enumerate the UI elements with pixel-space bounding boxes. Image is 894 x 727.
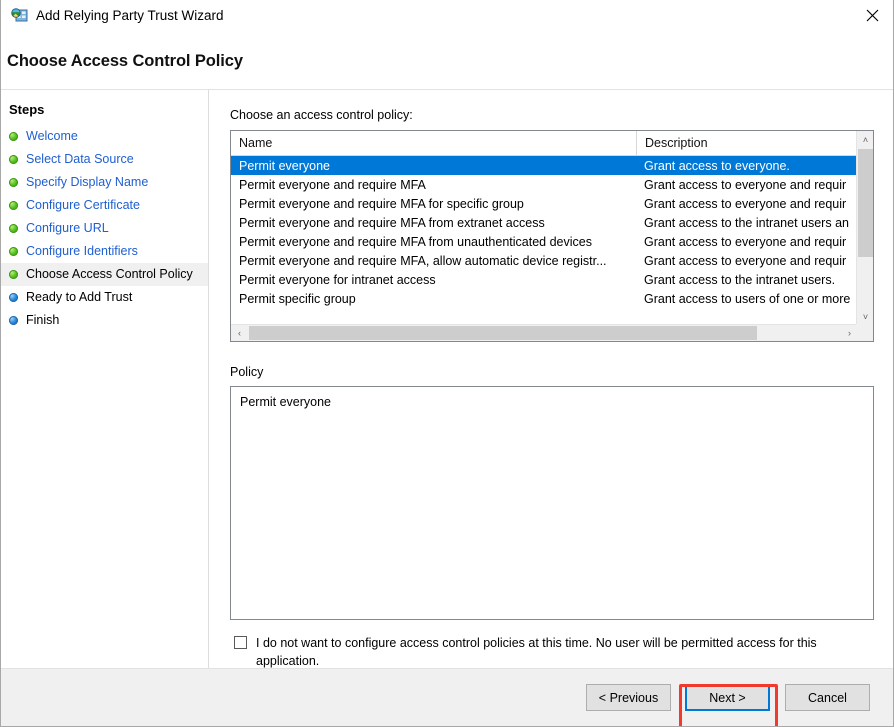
policy-detail-box: Permit everyone — [230, 386, 874, 620]
step-bullet-icon — [9, 178, 18, 187]
main-content: Choose an access control policy: Name De… — [210, 90, 893, 670]
scroll-up-icon[interactable]: ˄ — [857, 131, 873, 148]
step-bullet-icon — [9, 155, 18, 164]
column-header-description[interactable]: Description — [636, 131, 858, 155]
step-bullet-icon — [9, 247, 18, 256]
steps-heading: Steps — [9, 102, 45, 117]
no-policy-checkbox-label: I do not want to configure access contro… — [256, 636, 817, 668]
cell-policy-description: Grant access to everyone and requir — [644, 177, 847, 192]
close-icon[interactable] — [849, 0, 893, 30]
cell-policy-name: Permit everyone — [239, 158, 331, 173]
scroll-down-icon[interactable]: ˅ — [857, 308, 873, 325]
sidebar-step-2[interactable]: Specify Display Name — [1, 171, 208, 194]
no-policy-checkbox-row[interactable]: I do not want to configure access contro… — [230, 634, 870, 670]
listview-vertical-scrollbar[interactable]: ˄ ˅ — [856, 131, 873, 325]
policy-listview[interactable]: Name Description Permit everyone Grant ac… — [230, 130, 874, 342]
cell-policy-name: Permit everyone and require MFA from una… — [239, 234, 592, 249]
cell-policy-description: Grant access to the intranet users an — [644, 215, 849, 230]
column-header-name[interactable]: Name — [231, 131, 636, 155]
no-policy-checkbox[interactable] — [234, 636, 247, 649]
step-label: Configure Certificate — [26, 198, 140, 212]
policy-label: Policy — [230, 365, 264, 379]
step-bullet-icon — [9, 201, 18, 210]
cell-policy-name: Permit everyone and require MFA for spec… — [239, 196, 524, 211]
page-header: Choose Access Control Policy — [1, 31, 893, 89]
policy-detail-value: Permit everyone — [240, 395, 332, 409]
step-label: Select Data Source — [26, 152, 134, 166]
step-bullet-icon — [9, 316, 18, 325]
table-row[interactable]: Permit everyone and require MFA from una… — [231, 232, 858, 251]
previous-button[interactable]: < Previous — [586, 684, 671, 711]
title-bar: Add Relying Party Trust Wizard — [1, 0, 893, 31]
choose-policy-label: Choose an access control policy: — [230, 108, 413, 122]
step-label: Finish — [26, 313, 60, 327]
cell-policy-name: Permit specific group — [239, 291, 356, 306]
sidebar-step-5[interactable]: Configure Identifiers — [1, 240, 208, 263]
listview-rows: Permit everyone Grant access to everyone.… — [231, 156, 858, 324]
table-row[interactable]: Permit specific group Grant access to use… — [231, 289, 858, 308]
step-label: Welcome — [26, 129, 78, 143]
adfs-relying-party-icon — [11, 7, 28, 24]
step-label: Configure Identifiers — [26, 244, 138, 258]
step-label: Configure URL — [26, 221, 109, 235]
next-button[interactable]: Next > — [685, 684, 770, 711]
wizard-body: Steps Welcome Select Data Source Specify D… — [1, 89, 893, 670]
button-bar: < Previous Next > Cancel — [1, 668, 893, 726]
cell-policy-name: Permit everyone and require MFA, allow a… — [239, 253, 607, 268]
window-title: Add Relying Party Trust Wizard — [36, 8, 224, 23]
cell-policy-description: Grant access to everyone. — [644, 158, 790, 173]
cell-policy-name: Permit everyone and require MFA from ext… — [239, 215, 545, 230]
steps-sidebar: Steps Welcome Select Data Source Specify D… — [1, 90, 209, 669]
step-bullet-icon — [9, 132, 18, 141]
cell-policy-description: Grant access to the intranet users. — [644, 272, 836, 287]
step-label: Ready to Add Trust — [26, 290, 133, 304]
table-row[interactable]: Permit everyone and require MFA from ext… — [231, 213, 858, 232]
cell-policy-name: Permit everyone and require MFA — [239, 177, 426, 192]
wizard-window: Add Relying Party Trust Wizard Choose Ac… — [0, 0, 894, 727]
vertical-scroll-thumb[interactable] — [858, 149, 873, 257]
step-bullet-icon — [9, 224, 18, 233]
table-row[interactable]: Permit everyone and require MFA, allow a… — [231, 251, 858, 270]
sidebar-step-8: Finish — [1, 309, 208, 332]
sidebar-step-0[interactable]: Welcome — [1, 125, 208, 148]
scrollbar-corner — [856, 324, 873, 341]
table-row[interactable]: Permit everyone and require MFA Grant acc… — [231, 175, 858, 194]
cancel-button[interactable]: Cancel — [785, 684, 870, 711]
sidebar-step-3[interactable]: Configure Certificate — [1, 194, 208, 217]
listview-header: Name Description — [231, 131, 873, 156]
step-bullet-icon — [9, 293, 18, 302]
cell-policy-name: Permit everyone for intranet access — [239, 272, 436, 287]
scroll-left-icon[interactable]: ‹ — [231, 325, 248, 341]
cell-policy-description: Grant access to everyone and requir — [644, 234, 847, 249]
listview-horizontal-scrollbar[interactable]: ‹ › — [231, 324, 873, 341]
step-label: Choose Access Control Policy — [26, 267, 193, 281]
cell-policy-description: Grant access to users of one or more — [644, 291, 851, 306]
table-row[interactable]: Permit everyone and require MFA for spec… — [231, 194, 858, 213]
table-row[interactable]: Permit everyone for intranet access Grant… — [231, 270, 858, 289]
sidebar-step-1[interactable]: Select Data Source — [1, 148, 208, 171]
page-title: Choose Access Control Policy — [7, 52, 243, 70]
horizontal-scroll-thumb[interactable] — [249, 326, 757, 340]
sidebar-step-6: Choose Access Control Policy — [1, 263, 208, 286]
steps-list: Welcome Select Data Source Specify Display… — [1, 125, 208, 332]
sidebar-step-4[interactable]: Configure URL — [1, 217, 208, 240]
sidebar-step-7: Ready to Add Trust — [1, 286, 208, 309]
step-label: Specify Display Name — [26, 175, 149, 189]
cell-policy-description: Grant access to everyone and requir — [644, 253, 847, 268]
table-row[interactable]: Permit everyone Grant access to everyone. — [231, 156, 858, 175]
step-bullet-icon — [9, 270, 18, 279]
cell-policy-description: Grant access to everyone and requir — [644, 196, 847, 211]
